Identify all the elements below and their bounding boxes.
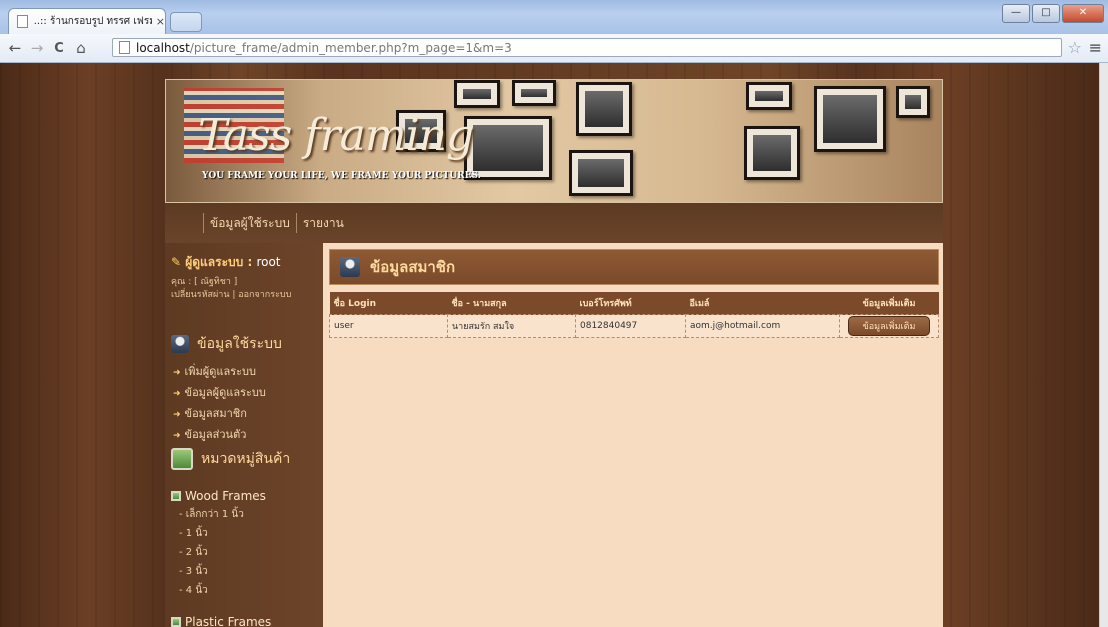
more-info-button[interactable]: ข้อมูลเพิ่มเติม: [847, 316, 931, 336]
sidebar-item-admin-data[interactable]: ➜ ข้อมูลผู้ดูแลระบบ: [173, 382, 266, 403]
column-header-name: ชื่อ - นามสกุล: [447, 292, 576, 315]
category-wood-frames[interactable]: Wood Frames: [171, 489, 266, 503]
menu-divider: [203, 213, 204, 233]
home-icon[interactable]: ⌂: [70, 39, 92, 57]
cell-phone: 0812840497: [575, 314, 686, 338]
close-window-button[interactable]: ✕: [1062, 4, 1104, 23]
window-controls: — □ ✕: [1002, 4, 1104, 23]
picture-icon: [171, 448, 193, 470]
tab-title: ..:: ร้านกรอบรูป ทรรศ เฟรมมิ่ง: [33, 16, 152, 27]
wood-size-item[interactable]: - เล็กกว่า 1 นิ้ว: [179, 505, 244, 524]
address-bar[interactable]: localhost/picture_frame/admin_member.php…: [112, 38, 1062, 57]
wood-size-item[interactable]: - 3 นิ้ว: [179, 562, 244, 581]
arrow-bullet-icon: ➜: [173, 368, 181, 378]
system-menu: ➜ เพิ่มผู้ดูแลระบบ ➜ ข้อมูลผู้ดูแลระบบ ➜ ข้…: [173, 361, 266, 445]
menu-divider: [295, 213, 297, 233]
page-icon: [17, 15, 28, 28]
user-icon: [171, 335, 189, 353]
url-host: localhost: [136, 40, 190, 55]
current-user: คุณ : [ ณัฐทิชา ]: [171, 277, 238, 287]
sidebar-item-add-admin[interactable]: ➜ เพิ่มผู้ดูแลระบบ: [173, 361, 266, 382]
category-icon: [171, 491, 181, 501]
site-logo[interactable]: Tass framing: [198, 110, 474, 161]
sidebar-item-label: ข้อมูลผู้ดูแลระบบ: [184, 386, 266, 399]
section-system-heading: ข้อมูลใช้ระบบ: [171, 333, 282, 355]
category-wood-label: Wood Frames: [185, 489, 266, 503]
forward-icon[interactable]: →: [26, 39, 48, 57]
wood-size-item[interactable]: - 2 นิ้ว: [179, 543, 244, 562]
wall-frame: [746, 82, 792, 110]
admin-status: ✎ ผู้ดูแลระบบ : root: [171, 253, 281, 272]
page-title: ข้อมูลสมาชิก: [370, 258, 456, 276]
category-plastic-frames[interactable]: Plastic Frames: [171, 615, 271, 627]
url-path: /picture_frame/admin_member.php?m_page=1…: [189, 40, 512, 55]
sidebar-item-personal-data[interactable]: ➜ ข้อมูลส่วนตัว: [173, 424, 266, 445]
page-scrollbar[interactable]: [1099, 63, 1108, 627]
admin-value: root: [256, 255, 281, 269]
wall-frame: [569, 150, 633, 196]
member-table: ชื่อ Login ชื่อ - นามสกุล เบอร์โทรศัพท์ …: [329, 292, 939, 338]
wall-frame: [814, 86, 886, 152]
reload-icon[interactable]: C: [48, 41, 70, 56]
content-header: ข้อมูลสมาชิก: [329, 249, 939, 285]
wood-size-item[interactable]: - 1 นิ้ว: [179, 524, 244, 543]
browser-titlebar: ..:: ร้านกรอบรูป ทรรศ เฟรมมิ่ง × — □ ✕: [0, 0, 1108, 34]
sidebar-item-member-data[interactable]: ➜ ข้อมูลสมาชิก: [173, 403, 266, 424]
back-icon[interactable]: ←: [4, 39, 26, 57]
menu-item-report[interactable]: รายงาน: [303, 214, 344, 233]
cell-action: ข้อมูลเพิ่มเติม: [839, 314, 939, 338]
account-links[interactable]: เปลี่ยนรหัสผ่าน | ออกจากระบบ: [171, 287, 291, 301]
column-header-phone: เบอร์โทรศัพท์: [575, 292, 686, 315]
admin-label: ผู้ดูแลระบบ :: [185, 255, 257, 269]
wall-frame: [744, 126, 800, 180]
site-slogan: YOU FRAME YOUR LIFE, WE FRAME YOUR PICTU…: [202, 171, 481, 181]
arrow-bullet-icon: ➜: [173, 410, 181, 420]
wall-frame: [454, 80, 500, 108]
page-viewport: Tass framing YOU FRAME YOUR LIFE, WE FRA…: [0, 63, 1100, 627]
category-plastic-label: Plastic Frames: [185, 615, 272, 627]
bookmark-star-icon[interactable]: ☆: [1068, 38, 1082, 57]
key-icon: ✎: [171, 255, 186, 269]
minimize-button[interactable]: —: [1002, 4, 1030, 23]
page-icon: [119, 41, 130, 54]
wood-size-item[interactable]: - 4 นิ้ว: [179, 581, 244, 600]
tab-close-icon[interactable]: ×: [156, 15, 165, 28]
site-container: Tass framing YOU FRAME YOUR LIFE, WE FRA…: [163, 79, 948, 627]
browser-toolbar: ← → C ⌂ localhost/picture_frame/admin_me…: [0, 34, 1108, 63]
wall-frame: [576, 82, 632, 136]
sidebar-item-label: ข้อมูลส่วนตัว: [184, 428, 247, 441]
new-tab-button[interactable]: [170, 12, 202, 32]
cell-email: aom.j@hotmail.com: [685, 314, 840, 338]
main-content: ข้อมูลสมาชิก ชื่อ Login ชื่อ - นามสกุล เ…: [323, 243, 943, 627]
cell-name: นายสมรัก สมใจ: [447, 314, 576, 338]
section-system-label: ข้อมูลใช้ระบบ: [197, 336, 282, 352]
table-row: user นายสมรัก สมใจ 0812840497 aom.j@hotm…: [329, 314, 939, 338]
category-icon: [171, 617, 181, 627]
maximize-button[interactable]: □: [1032, 4, 1060, 23]
arrow-bullet-icon: ➜: [173, 431, 181, 441]
arrow-bullet-icon: ➜: [173, 389, 181, 399]
header-banner: Tass framing YOU FRAME YOUR LIFE, WE FRA…: [165, 79, 943, 203]
sidebar-item-label: ข้อมูลสมาชิก: [184, 407, 247, 420]
member-icon: [340, 257, 360, 277]
wall-frame: [896, 86, 930, 118]
column-header-login: ชื่อ Login: [329, 292, 448, 315]
column-header-more: ข้อมูลเพิ่มเติม: [839, 292, 939, 315]
section-category-heading: หมวดหมู่สินค้า: [171, 448, 290, 470]
sidebar-item-label: เพิ่มผู้ดูแลระบบ: [184, 365, 257, 378]
browser-tab[interactable]: ..:: ร้านกรอบรูป ทรรศ เฟรมมิ่ง ×: [8, 8, 166, 34]
chrome-menu-icon[interactable]: ≡: [1089, 38, 1102, 57]
menu-item-user-data[interactable]: ข้อมูลผู้ใช้ระบบ: [210, 214, 290, 233]
column-header-email: อีเมล์: [685, 292, 840, 315]
section-category-label: หมวดหมู่สินค้า: [201, 451, 291, 467]
table-header-row: ชื่อ Login ชื่อ - นามสกุล เบอร์โทรศัพท์ …: [329, 292, 939, 315]
wood-sizes-list: - เล็กกว่า 1 นิ้ว - 1 นิ้ว - 2 นิ้ว - 3 …: [179, 505, 244, 600]
sidebar: ✎ ผู้ดูแลระบบ : root คุณ : [ ณัฐทิชา ] เ…: [165, 243, 323, 627]
cell-login: user: [329, 314, 448, 338]
top-menu: ข้อมูลผู้ใช้ระบบ รายงาน: [165, 203, 943, 243]
wall-frame: [512, 80, 556, 106]
